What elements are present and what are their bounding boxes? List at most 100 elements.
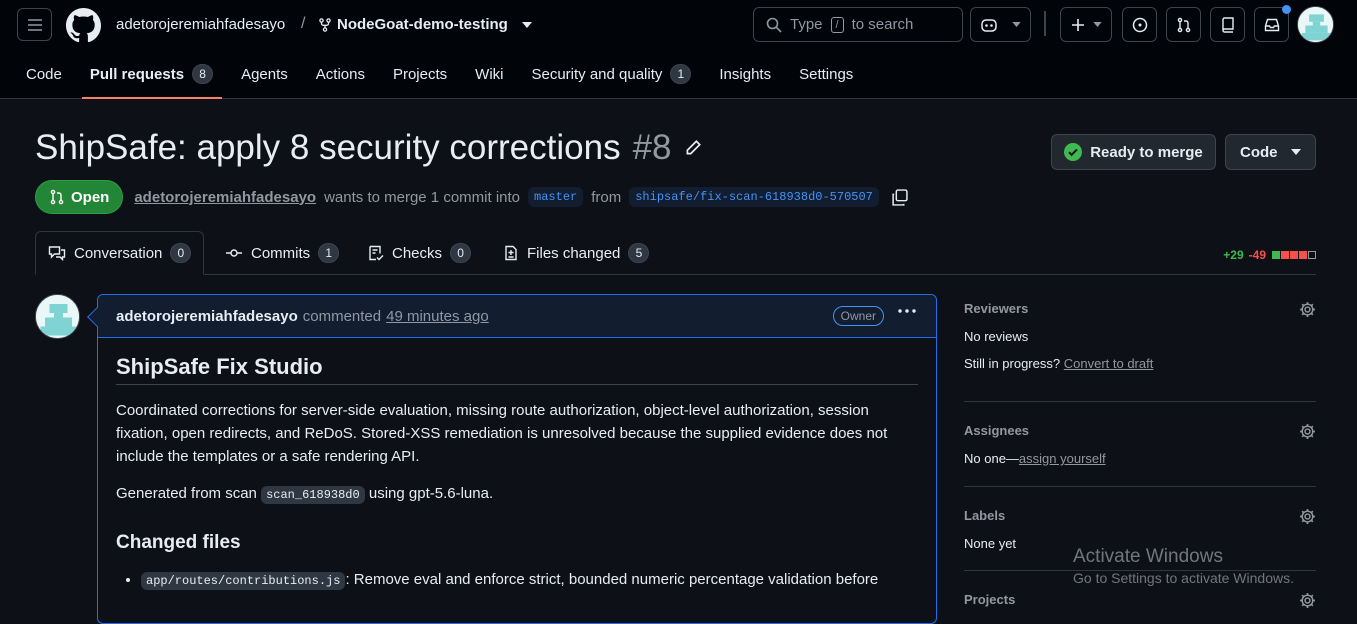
gear-icon[interactable] [1299,508,1316,525]
tab-pull-requests[interactable]: Pull requests 8 [81,64,223,99]
tab-agents[interactable]: Agents [241,64,288,84]
chevron-down-icon [521,21,532,28]
repo-name-link[interactable]: NodeGoat-demo-testing [319,16,532,33]
search-placeholder-pre: Type [790,16,823,33]
pr-title-text: ShipSafe: apply 8 security corrections [35,128,621,167]
copilot-button[interactable] [970,7,1031,42]
create-new-button[interactable] [1060,7,1112,42]
tab-checks[interactable]: Checks 0 [368,231,472,275]
search-icon [766,17,782,33]
assign-yourself-link[interactable]: assign yourself [1019,451,1106,466]
pr-author-link[interactable]: adetorojeremiahfadesayo [134,189,316,206]
pr-description-comment: adetorojeremiahfadesayo commented 49 min… [87,294,937,624]
repo-name: NodeGoat-demo-testing [337,16,508,33]
notification-dot [1282,5,1291,14]
tab-projects[interactable]: Projects [393,64,447,84]
repositories-button[interactable] [1210,7,1245,42]
text: using gpt-5.6-luna. [368,485,494,502]
owner-badge: Owner [832,306,884,326]
draft-prompt: Still in progress? Convert to draft [964,356,1316,371]
merge-text: wants to merge 1 commit into [324,188,521,206]
scan-id-code: scan_618938d0 [261,486,365,504]
tab-wiki[interactable]: Wiki [475,64,503,84]
issues-button[interactable] [1122,7,1157,42]
changed-files-list: app/routes/contributions.js: Remove eval… [116,568,918,593]
comment-author-link[interactable]: adetorojeremiahfadesayo [116,308,298,325]
tab-count: 1 [318,243,340,263]
comment-body: ShipSafe Fix Studio Coordinated correcti… [98,355,936,593]
labels-heading: Labels [964,508,1006,523]
tab-label: Agents [241,65,288,83]
tab-code[interactable]: Code [26,64,62,84]
tab-count: 1 [670,64,692,84]
comment-header: adetorojeremiahfadesayo commented 49 min… [87,295,936,338]
pr-meta: Open adetorojeremiahfadesayo wants to me… [35,180,908,214]
code-button[interactable]: Code [1225,134,1316,170]
ready-to-merge-button[interactable]: Ready to merge [1051,134,1216,170]
changed-files-heading: Changed files [116,532,241,553]
reviewers-section: Reviewers No reviews Still in progress? … [964,301,1316,371]
gear-icon[interactable] [1299,423,1316,440]
convert-to-draft-link[interactable]: Convert to draft [1064,356,1154,371]
list-item-text: : Remove eval and enforce strict, bounde… [345,571,879,588]
projects-section: Projects [964,592,1316,609]
reviewers-heading: Reviewers [964,301,1029,316]
projects-heading: Projects [964,592,1016,607]
base-branch[interactable]: master [528,187,584,207]
check-circle-icon [1064,143,1083,161]
tab-label: Settings [799,65,854,83]
inbox-icon [1264,18,1279,31]
issue-icon [1132,17,1147,32]
copilot-icon [981,18,997,32]
copy-icon[interactable] [891,188,908,206]
watermark-subtitle: Go to Settings to activate Windows. [1073,570,1294,586]
fork-icon [319,17,331,32]
tab-count: 8 [192,64,214,84]
tab-actions[interactable]: Actions [316,64,365,84]
gear-icon[interactable] [1299,592,1316,609]
tab-label: Commits [251,244,311,262]
pencil-icon[interactable] [684,139,702,157]
divider [964,486,1316,487]
tab-security[interactable]: Security and quality 1 [531,64,692,84]
checklist-icon [369,245,384,261]
chevron-down-icon [1012,22,1021,27]
ready-to-merge-label: Ready to merge [1090,143,1203,161]
tab-conversation[interactable]: Conversation 0 [35,231,205,275]
comment-author-avatar[interactable] [35,294,80,339]
watermark-title: Activate Windows [1073,546,1223,567]
file-diff-icon [505,245,517,261]
from-text: from [591,188,622,206]
reviewers-value: No reviews [964,329,1029,344]
chevron-down-icon [1291,149,1301,155]
text: Generated from scan [116,485,257,502]
tab-files-changed[interactable]: Files changed 5 [503,231,650,275]
assignees-value: No one—assign yourself [964,451,1316,466]
diffstat: +29 -49 [1223,248,1316,262]
comment-icon [48,246,66,261]
top-bar: adetorojeremiahfadesayo / NodeGoat-demo-… [0,0,1357,99]
pr-title: ShipSafe: apply 8 security corrections #… [35,128,702,168]
kebab-menu-icon[interactable] [898,309,916,313]
gear-icon[interactable] [1299,301,1316,318]
user-avatar[interactable] [1297,6,1334,43]
divider [1044,11,1046,36]
tab-insights[interactable]: Insights [719,64,771,84]
menu-button[interactable] [17,8,52,41]
comment-verb: commented [302,307,382,325]
hamburger-icon [27,18,42,31]
tab-count: 0 [170,243,192,263]
tab-label: Projects [392,65,448,83]
github-logo-icon[interactable] [66,8,101,43]
tab-settings[interactable]: Settings [799,64,853,84]
pull-requests-button[interactable] [1166,7,1201,42]
tab-commits[interactable]: Commits 1 [225,231,340,275]
repo-owner-link[interactable]: adetorojeremiahfadesayo [116,16,285,33]
head-branch[interactable]: shipsafe/fix-scan-618938d0-570507 [629,187,879,207]
tab-label: Checks [392,244,443,262]
repo-icon [1221,16,1234,33]
chevron-down-icon [1092,22,1102,27]
comment-timestamp[interactable]: 49 minutes ago [386,308,489,325]
search-input[interactable]: Type / to search [753,7,963,42]
tab-label: Conversation [74,244,163,262]
